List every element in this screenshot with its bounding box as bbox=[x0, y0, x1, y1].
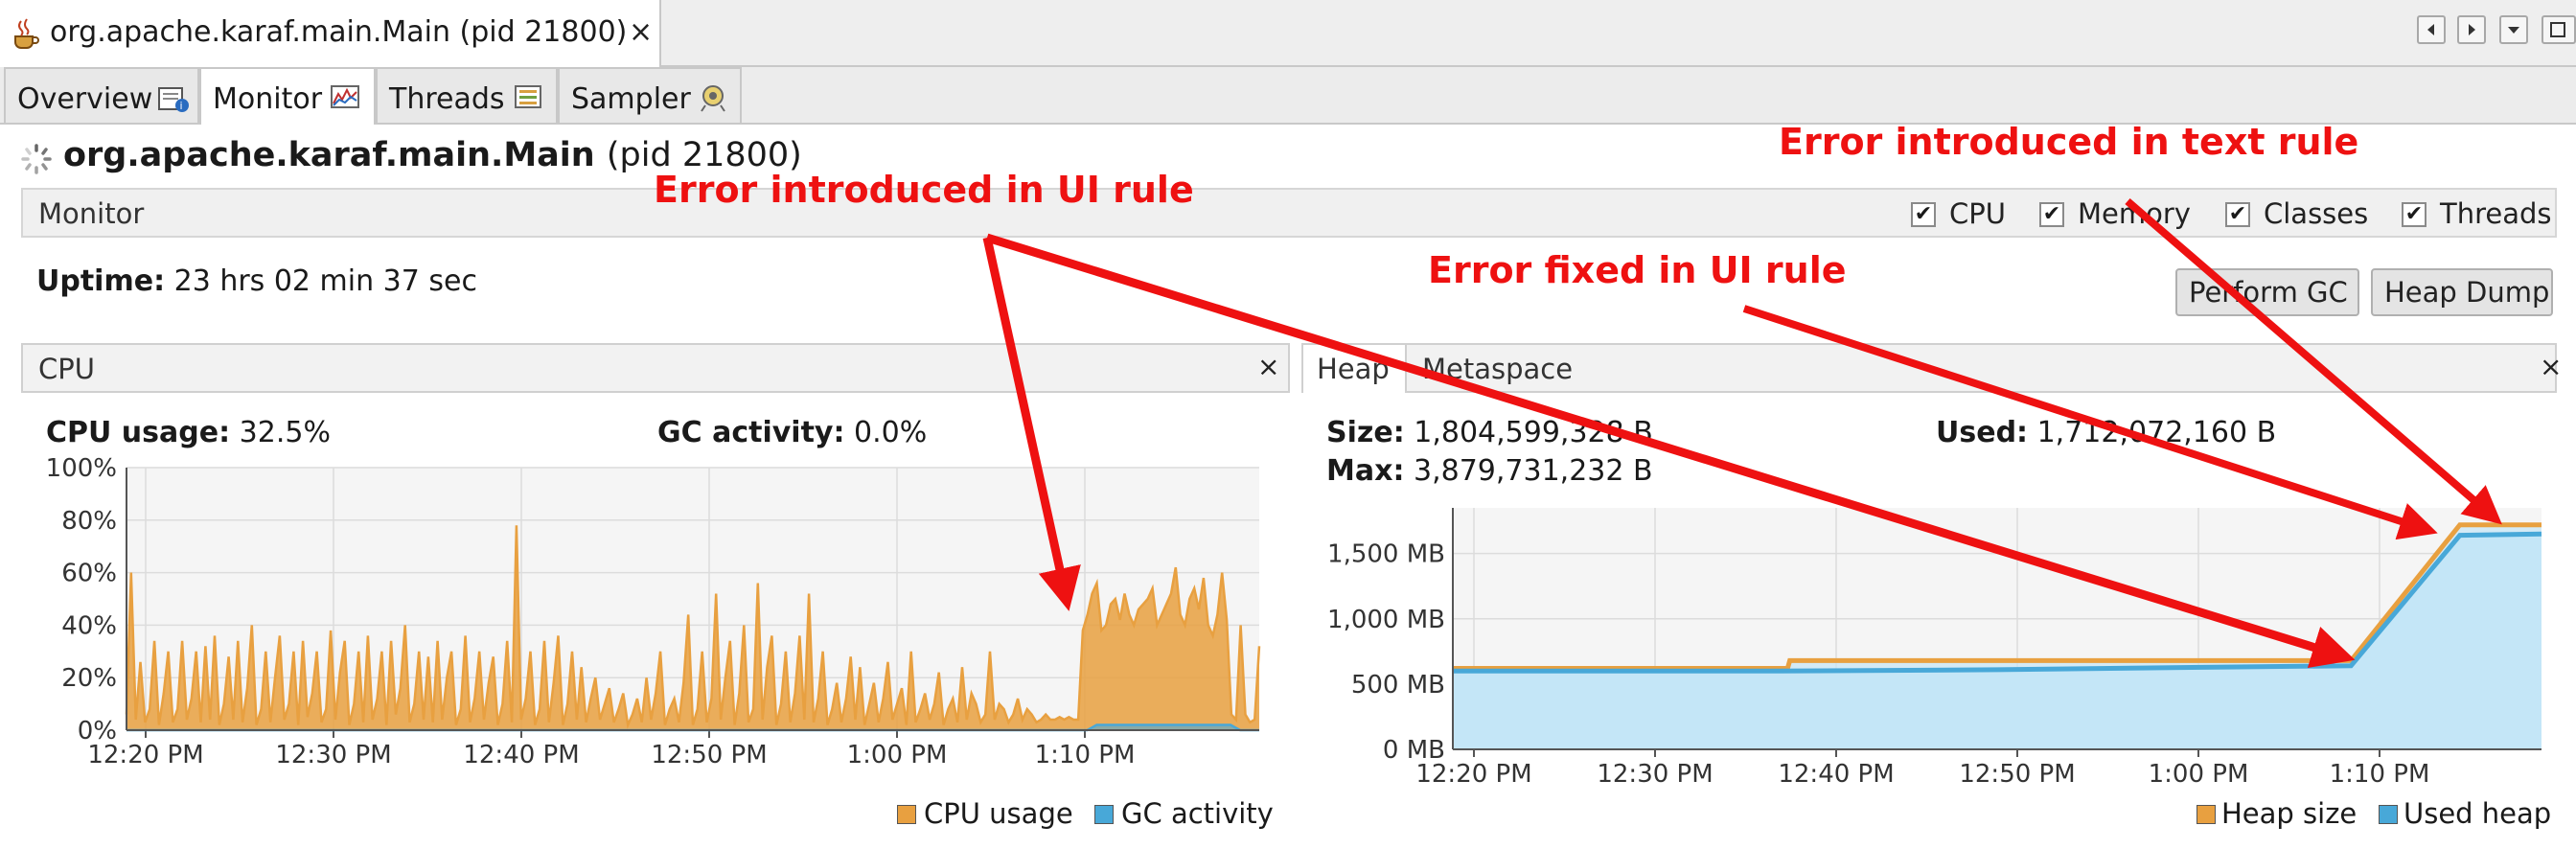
ui-rule-arrow-to-cpu bbox=[982, 237, 1081, 611]
annotation-fixed: Error fixed in UI rule bbox=[1428, 249, 1847, 291]
text-rule-arrow bbox=[2125, 197, 2502, 525]
annotation-text-rule: Error introduced in text rule bbox=[1779, 121, 2359, 163]
fixed-arrow bbox=[1742, 305, 2438, 540]
ui-rule-arrow-to-heap bbox=[985, 233, 2356, 669]
annotation-ui-rule: Error introduced in UI rule bbox=[654, 169, 1194, 211]
